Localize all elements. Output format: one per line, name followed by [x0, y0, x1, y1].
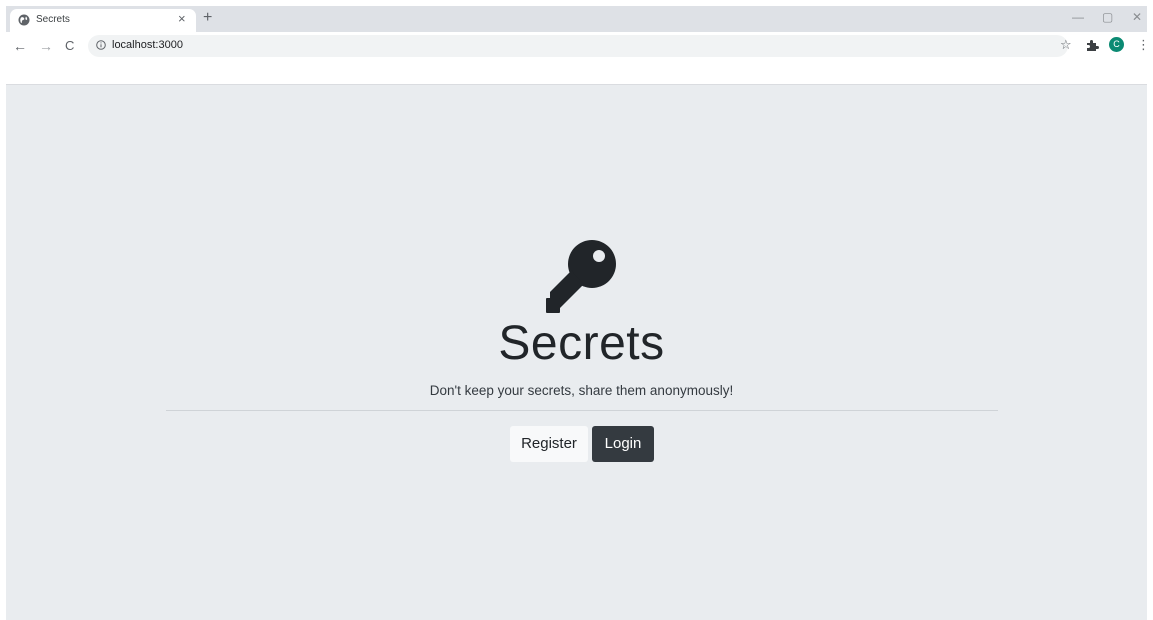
browser-tab[interactable]: Secrets × [10, 9, 196, 32]
tab-close-icon[interactable]: × [178, 11, 186, 26]
puzzle-icon[interactable] [1085, 38, 1099, 52]
bookmark-star-icon[interactable]: ☆ [1060, 37, 1072, 53]
close-window-icon[interactable]: ✕ [1132, 10, 1142, 24]
profile-avatar[interactable]: C [1109, 37, 1124, 52]
page-lead-text: Don't keep your secrets, share them anon… [429, 383, 734, 398]
browser-window: Secrets × + — ▢ ✕ ← → C localhost:3000 ☆… [6, 6, 1150, 620]
forward-icon[interactable]: → [39, 39, 53, 53]
globe-icon [18, 14, 30, 26]
tab-title: Secrets [36, 14, 70, 25]
info-icon[interactable] [96, 40, 106, 50]
new-tab-button[interactable]: + [203, 9, 212, 27]
address-bar[interactable]: localhost:3000 [88, 35, 1068, 57]
reload-icon[interactable]: C [65, 39, 74, 53]
register-button[interactable]: Register [510, 426, 588, 462]
url-text[interactable]: localhost:3000 [112, 39, 183, 51]
login-button[interactable]: Login [592, 426, 654, 462]
restore-icon[interactable]: ▢ [1102, 10, 1113, 24]
menu-icon[interactable]: ⋮ [1137, 37, 1150, 53]
page-viewport: Secrets Don't keep your secrets, share t… [6, 85, 1147, 620]
divider [166, 410, 998, 411]
minimize-icon[interactable]: — [1072, 10, 1084, 24]
key-icon [546, 240, 616, 313]
page-title: Secrets [498, 317, 665, 370]
back-icon[interactable]: ← [13, 39, 27, 53]
browser-toolbar: ← → C localhost:3000 ☆ C ⋮ [6, 32, 1150, 85]
tab-strip: Secrets × + — ▢ ✕ [6, 6, 1147, 32]
